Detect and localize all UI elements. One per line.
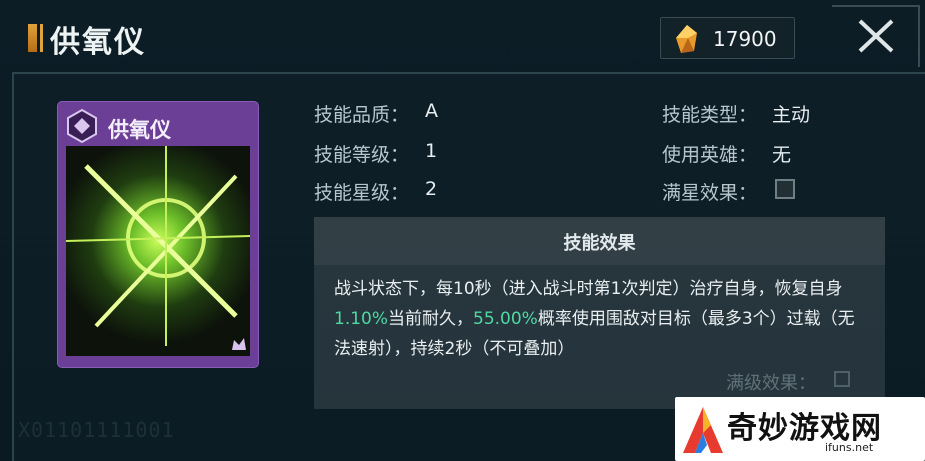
- title-accent: [28, 24, 37, 52]
- level-value: 1: [425, 140, 438, 162]
- max-level-checkbox[interactable]: [834, 371, 850, 387]
- energy-burst-icon: [65, 146, 251, 346]
- skill-card[interactable]: 供氧仪: [58, 102, 258, 367]
- star-label: 技能星级：: [314, 182, 410, 204]
- effect-chance-percent: 55.00%: [473, 309, 538, 329]
- close-icon: [858, 19, 894, 53]
- type-value: 主动: [772, 104, 811, 126]
- currency-display: 17900: [660, 17, 795, 59]
- max-star-checkbox[interactable]: [775, 179, 795, 199]
- skill-emblem-icon: [67, 108, 97, 144]
- star-value: 2: [425, 178, 438, 200]
- hero-label: 使用英雄：: [662, 144, 758, 166]
- currency-value: 17900: [713, 27, 777, 51]
- level-label: 技能等级：: [314, 144, 410, 166]
- watermark-url: ifuns.net: [825, 441, 874, 454]
- max-star-label: 满星效果：: [662, 182, 758, 204]
- card-art: [65, 146, 251, 356]
- watermark-logo-icon: [683, 407, 723, 453]
- effect-text-1: 战斗状态下，每10秒（进入战斗时第1次判定）治疗自身，恢复自身: [334, 279, 843, 299]
- effect-title: 技能效果: [563, 233, 636, 254]
- card-name: 供氧仪: [108, 117, 171, 142]
- page-title: 供氧仪: [50, 25, 146, 60]
- effect-text-2: 当前耐久，: [388, 309, 474, 329]
- site-watermark: 奇妙游戏网 ifuns.net: [675, 397, 925, 461]
- skill-detail-screen: 供氧仪 17900 X01101111001 供氧仪 技能品质： A 技能等级：…: [0, 0, 925, 461]
- decor-code: X01101111001: [18, 418, 175, 442]
- header: 供氧仪 17900: [0, 0, 925, 70]
- effect-box: 技能效果 战斗状态下，每10秒（进入战斗时第1次判定）治疗自身，恢复自身 1.10…: [314, 217, 885, 409]
- type-label: 技能类型：: [662, 104, 758, 126]
- quality-label: 技能品质：: [314, 104, 410, 126]
- quality-value: A: [425, 100, 438, 122]
- effect-heal-percent: 1.10%: [334, 309, 389, 329]
- rarity-crown-icon: [232, 338, 246, 350]
- effect-description: 战斗状态下，每10秒（进入战斗时第1次判定）治疗自身，恢复自身 1.10%当前耐久…: [334, 274, 864, 369]
- close-button[interactable]: [832, 5, 920, 67]
- hero-value: 无: [772, 144, 792, 166]
- gold-crystal-icon: [676, 25, 697, 53]
- title-accent-line: [40, 24, 43, 52]
- max-level-label: 满级效果：: [726, 373, 816, 394]
